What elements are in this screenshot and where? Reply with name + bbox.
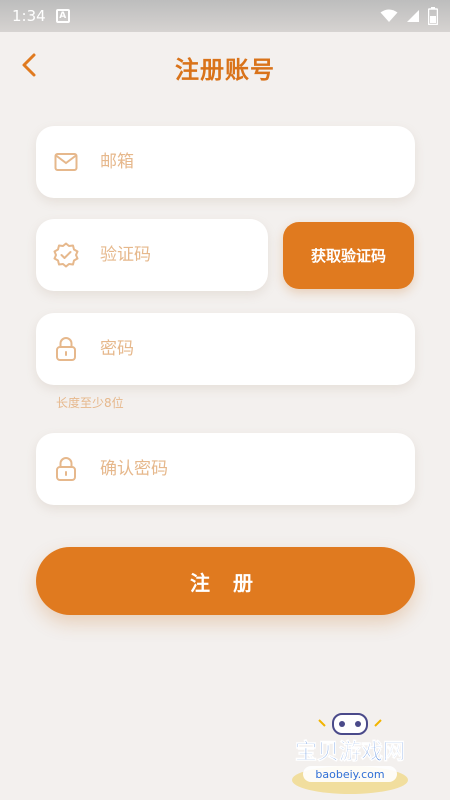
status-indicators (380, 7, 438, 25)
confirm-password-field-container (36, 433, 415, 505)
watermark-logo: 宝贝游戏网 baobeiy.com (275, 712, 425, 796)
email-input[interactable] (100, 152, 360, 172)
email-field-container (36, 126, 415, 198)
watermark-text: 宝贝游戏网 (295, 739, 405, 765)
battery-icon (428, 7, 438, 25)
get-code-button[interactable]: 获取验证码 (283, 222, 414, 289)
signal-icon (407, 10, 419, 22)
page-title: 注册账号 (175, 56, 275, 84)
password-field-container (36, 313, 415, 385)
password-input[interactable] (100, 339, 360, 359)
register-button[interactable]: 注 册 (36, 547, 415, 615)
password-hint: 长度至少8位 (56, 396, 124, 410)
code-field-container (36, 219, 268, 291)
notification-icon: A (55, 9, 70, 23)
watermark-url: baobeiy.com (315, 768, 384, 781)
status-bar: 1:34 A (0, 0, 450, 32)
status-time: 1:34 (12, 7, 46, 25)
badge-check-icon (52, 241, 80, 269)
confirm-password-input[interactable] (100, 459, 360, 479)
wifi-icon (380, 9, 398, 22)
register-screen: 1:34 A 注册账号 邮箱 验证码 获取验证码 长度至少8位 注 册 宝贝游戏… (0, 0, 450, 800)
lock-icon (52, 455, 80, 483)
mail-icon (52, 148, 80, 176)
code-input[interactable] (100, 245, 250, 265)
lock-icon (52, 335, 80, 363)
